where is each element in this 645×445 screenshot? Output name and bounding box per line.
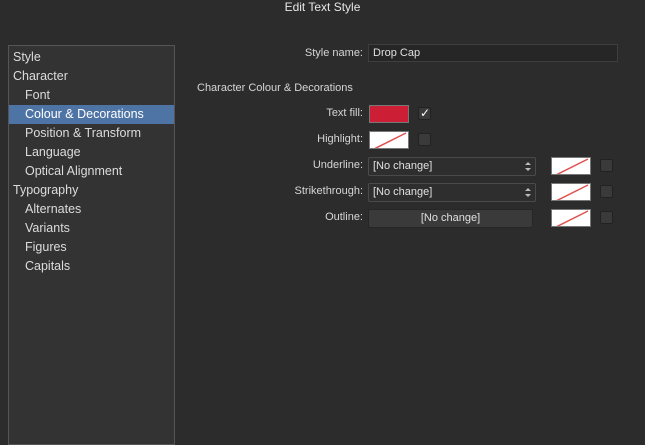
- underline-swatch[interactable]: [551, 157, 591, 175]
- sidebar-item-optical-alignment[interactable]: Optical Alignment: [9, 162, 174, 181]
- highlight-swatch[interactable]: [369, 131, 409, 149]
- sidebar-item-character[interactable]: Character: [9, 67, 174, 86]
- checkmark-icon: ✓: [420, 106, 431, 120]
- sidebar-item-figures[interactable]: Figures: [9, 238, 174, 257]
- sidebar-item-language[interactable]: Language: [9, 143, 174, 162]
- sidebar: Style Character Font Colour & Decorations Po…: [8, 45, 175, 445]
- sidebar-item-font[interactable]: Font: [9, 86, 174, 105]
- strikethrough-swatch[interactable]: [551, 183, 591, 201]
- sidebar-item-position-transform[interactable]: Position & Transform: [9, 124, 174, 143]
- sidebar-item-variants[interactable]: Variants: [9, 219, 174, 238]
- text-fill-swatch[interactable]: [369, 105, 409, 123]
- style-name-label: Style name:: [304, 47, 363, 59]
- outline-label: Outline:: [325, 211, 363, 223]
- window-title: Edit Text Style: [284, 0, 361, 14]
- no-color-icon: [556, 158, 589, 174]
- highlight-label: Highlight:: [317, 133, 363, 145]
- outline-button[interactable]: [No change]: [368, 209, 533, 228]
- stepper-arrows-icon: [525, 188, 531, 197]
- sidebar-item-alternates[interactable]: Alternates: [9, 200, 174, 219]
- strikethrough-select[interactable]: [No change]: [368, 183, 536, 202]
- outline-checkbox[interactable]: [600, 211, 613, 224]
- no-color-icon: [556, 210, 589, 226]
- text-fill-checkbox[interactable]: ✓: [418, 106, 431, 120]
- strikethrough-select-value: [No change]: [373, 186, 433, 198]
- sidebar-item-style[interactable]: Style: [9, 48, 174, 67]
- underline-select[interactable]: [No change]: [368, 157, 536, 176]
- sidebar-item-capitals[interactable]: Capitals: [9, 257, 174, 276]
- highlight-checkbox[interactable]: [418, 133, 431, 146]
- underline-select-value: [No change]: [373, 160, 433, 172]
- underline-label: Underline:: [312, 159, 363, 171]
- sidebar-list: Style Character Font Colour & Decorations Po…: [9, 48, 174, 276]
- strikethrough-label: Strikethrough:: [294, 185, 363, 197]
- text-fill-label: Text fill:: [326, 107, 363, 119]
- no-color-icon: [556, 184, 589, 200]
- sidebar-item-typography[interactable]: Typography: [9, 181, 174, 200]
- underline-checkbox[interactable]: [600, 159, 613, 172]
- outline-swatch[interactable]: [551, 209, 591, 227]
- strikethrough-checkbox[interactable]: [600, 185, 613, 198]
- sidebar-item-colour-decorations[interactable]: Colour & Decorations: [9, 105, 174, 124]
- section-title: Character Colour & Decorations: [197, 82, 353, 94]
- style-name-field[interactable]: Drop Cap: [368, 44, 618, 62]
- no-color-icon: [374, 132, 407, 148]
- stepper-arrows-icon: [525, 162, 531, 171]
